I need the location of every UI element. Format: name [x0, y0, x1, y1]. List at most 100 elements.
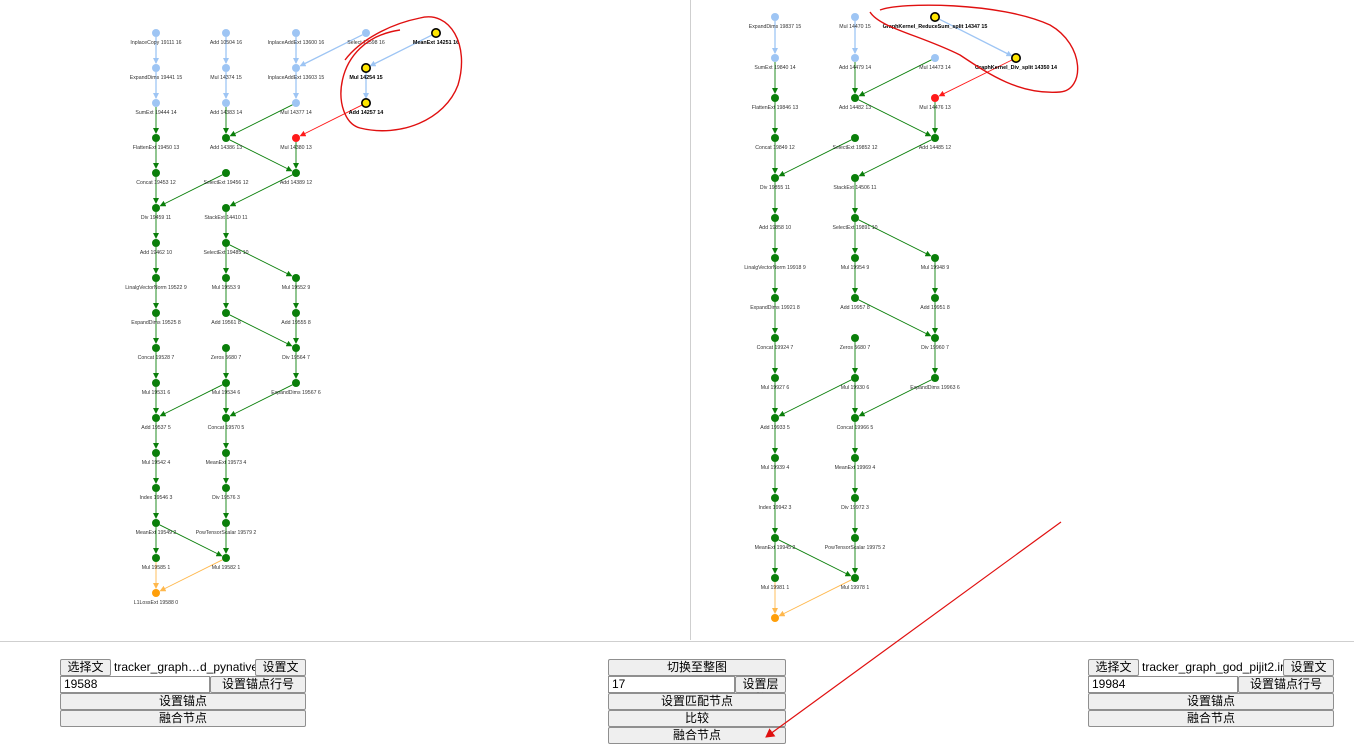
left-set-anchor-line-button[interactable]: 设置锚点行号: [210, 676, 306, 693]
left-choose-file-button[interactable]: 选择文件: [60, 659, 111, 689]
right-graph-node[interactable]: GraphKernel_ReduceSum_split 14347 15: [883, 12, 988, 30]
left-graph-node[interactable]: SelectExt 19456 12: [204, 169, 249, 186]
right-graph-panel[interactable]: ExpandDims 19837 15 Mul 14470 15 GraphKern…: [692, 0, 1354, 640]
left-node-dot[interactable]: [152, 29, 160, 37]
left-graph-node[interactable]: ExpandDims 19567 6: [271, 379, 321, 396]
left-fuse-nodes-button[interactable]: 融合节点: [60, 710, 306, 727]
right-node-dot[interactable]: [771, 214, 779, 222]
right-node-dot[interactable]: [931, 374, 939, 382]
right-node-dot[interactable]: [771, 13, 779, 21]
right-node-dot[interactable]: [851, 214, 859, 222]
left-node-dot[interactable]: [152, 519, 160, 527]
left-node-dot[interactable]: [152, 309, 160, 317]
left-node-dot[interactable]: [222, 204, 230, 212]
right-choose-file-button[interactable]: 选择文件: [1088, 659, 1139, 689]
left-node-dot[interactable]: [222, 29, 230, 37]
right-node-dot[interactable]: [771, 174, 779, 182]
left-set-anchor-button[interactable]: 设置锚点: [60, 693, 306, 710]
left-graph-panel[interactable]: InplaceCopy 19111 16 Add 10504 16 InplaceA…: [0, 0, 690, 640]
right-node-dot[interactable]: [771, 134, 779, 142]
left-graph-node[interactable]: Add 14386 13: [210, 134, 242, 151]
left-graph-node[interactable]: Add 14257 14: [349, 98, 383, 116]
left-graph-node[interactable]: L1LossExt 19588 0: [134, 589, 179, 606]
right-node-dot[interactable]: [931, 294, 939, 302]
right-graph-node[interactable]: Add 14482 13: [839, 94, 871, 111]
left-node-dot[interactable]: [292, 169, 300, 177]
right-node-dot[interactable]: [851, 94, 859, 102]
left-node-dot[interactable]: [152, 274, 160, 282]
left-node-dot[interactable]: [360, 98, 371, 109]
left-node-dot[interactable]: [152, 134, 160, 142]
right-node-dot[interactable]: [851, 254, 859, 262]
right-node-dot[interactable]: [851, 494, 859, 502]
left-graph-node[interactable]: Add 19561 8: [211, 309, 241, 326]
left-node-dot[interactable]: [360, 62, 371, 73]
right-node-dot[interactable]: [931, 334, 939, 342]
left-node-dot[interactable]: [152, 344, 160, 352]
right-graph-canvas[interactable]: ExpandDims 19837 15 Mul 14470 15 GraphKern…: [692, 0, 1354, 640]
left-node-dot[interactable]: [292, 309, 300, 317]
left-node-dot[interactable]: [152, 449, 160, 457]
left-set-file-button[interactable]: 设置文件: [255, 659, 306, 689]
right-node-dot[interactable]: [771, 614, 779, 622]
right-node-dot[interactable]: [851, 13, 859, 21]
left-graph-node[interactable]: MeanExt 14251 16: [413, 27, 459, 46]
depth-input[interactable]: 17: [608, 676, 735, 693]
right-set-anchor-line-button[interactable]: 设置锚点行号: [1238, 676, 1334, 693]
right-node-dot[interactable]: [851, 414, 859, 422]
right-set-file-button[interactable]: 设置文件: [1283, 659, 1334, 689]
left-node-dot[interactable]: [152, 379, 160, 387]
right-node-dot[interactable]: [771, 334, 779, 342]
left-node-dot[interactable]: [222, 344, 230, 352]
left-node-dot[interactable]: [222, 484, 230, 492]
left-node-dot[interactable]: [152, 239, 160, 247]
left-node-dot[interactable]: [222, 239, 230, 247]
right-node-dot[interactable]: [1010, 52, 1021, 63]
left-node-dot[interactable]: [222, 449, 230, 457]
left-node-dot[interactable]: [430, 27, 441, 38]
set-match-nodes-button[interactable]: 设置匹配节点: [608, 693, 786, 710]
right-node-dot[interactable]: [771, 454, 779, 462]
left-graph-node[interactable]: Mul 14377 14: [280, 99, 312, 116]
left-node-dot[interactable]: [222, 169, 230, 177]
left-node-dot[interactable]: [292, 29, 300, 37]
left-node-dot[interactable]: [222, 134, 230, 142]
right-graph-node[interactable]: GraphKernel_Div_split 14350 14: [975, 52, 1057, 71]
right-node-dot[interactable]: [851, 534, 859, 542]
right-node-dot[interactable]: [851, 334, 859, 342]
right-anchor-line-input[interactable]: 19984: [1088, 676, 1238, 693]
right-graph-node[interactable]: SelectExt 19852 12: [833, 134, 878, 151]
right-node-dot[interactable]: [771, 54, 779, 62]
right-node-dot[interactable]: [771, 94, 779, 102]
right-node-dot[interactable]: [851, 134, 859, 142]
right-fuse-nodes-button[interactable]: 融合节点: [1088, 710, 1334, 727]
right-graph-node[interactable]: Mul 14473 14: [919, 54, 951, 71]
left-node-dot[interactable]: [222, 414, 230, 422]
right-node-dot[interactable]: [931, 94, 939, 102]
left-node-dot[interactable]: [222, 309, 230, 317]
right-node-dot[interactable]: [851, 454, 859, 462]
left-node-dot[interactable]: [222, 274, 230, 282]
right-node-dot[interactable]: [771, 414, 779, 422]
right-set-anchor-button[interactable]: 设置锚点: [1088, 693, 1334, 710]
left-node-dot[interactable]: [292, 99, 300, 107]
right-graph-node[interactable]: [771, 614, 779, 622]
left-node-dot[interactable]: [152, 589, 160, 597]
right-graph-node[interactable]: Add 14485 12: [919, 134, 951, 151]
right-node-dot[interactable]: [931, 54, 939, 62]
left-node-dot[interactable]: [222, 554, 230, 562]
left-node-dot[interactable]: [152, 204, 160, 212]
right-node-dot[interactable]: [771, 494, 779, 502]
left-node-dot[interactable]: [152, 554, 160, 562]
left-node-dot[interactable]: [152, 99, 160, 107]
right-node-dot[interactable]: [771, 374, 779, 382]
left-node-dot[interactable]: [292, 134, 300, 142]
left-node-dot[interactable]: [292, 274, 300, 282]
left-node-dot[interactable]: [152, 169, 160, 177]
left-node-dot[interactable]: [222, 99, 230, 107]
left-node-dot[interactable]: [292, 379, 300, 387]
left-node-dot[interactable]: [152, 484, 160, 492]
left-graph-canvas[interactable]: InplaceCopy 19111 16 Add 10504 16 InplaceA…: [0, 0, 690, 640]
right-graph-node[interactable]: ExpandDims 19963 6: [910, 374, 960, 391]
compare-button[interactable]: 比较: [608, 710, 786, 727]
